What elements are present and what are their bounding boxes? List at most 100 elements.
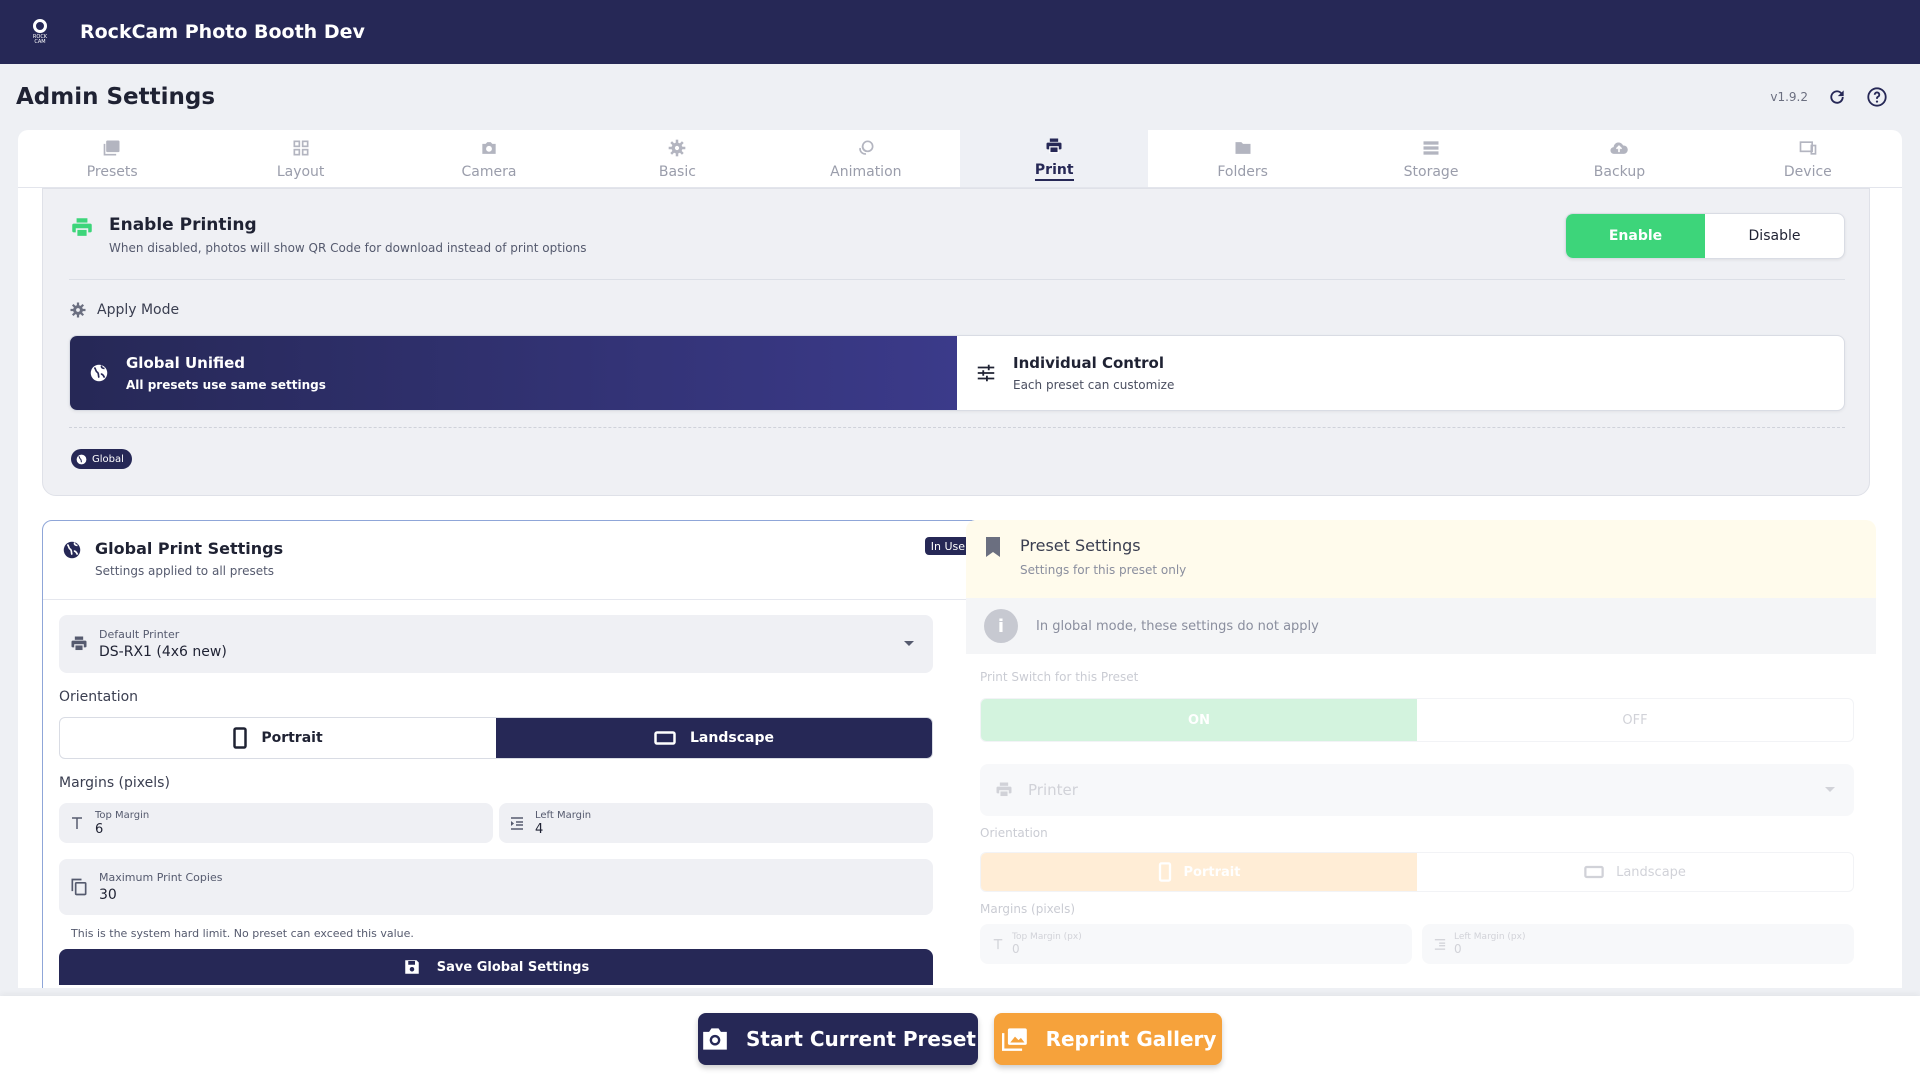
gear-icon <box>70 302 86 318</box>
in-use-badge: In Use <box>924 537 971 555</box>
enable-printing-toggle: Enable Disable <box>1565 213 1845 259</box>
image-icon <box>103 140 120 155</box>
divider <box>43 599 987 600</box>
bottom-action-bar: Start Current Preset Reprint Gallery <box>0 996 1920 1080</box>
app-title: RockCam Photo Booth Dev <box>80 21 365 43</box>
individual-control-title: Individual Control <box>1013 354 1164 372</box>
preset-top-margin-input[interactable]: Top Margin (px) 0 <box>980 924 1412 964</box>
global-print-settings-subtitle: Settings applied to all presets <box>95 564 275 578</box>
default-printer-label: Default Printer <box>99 628 180 641</box>
version-label: v1.9.2 <box>1770 90 1808 104</box>
chevron-down-icon <box>904 641 914 646</box>
global-print-settings-title: Global Print Settings <box>95 539 284 558</box>
left-margin-input[interactable]: Left Margin 4 <box>499 803 933 843</box>
global-print-settings-card: Global Print Settings Settings applied t… <box>42 520 988 988</box>
tab-device[interactable]: Device <box>1714 130 1902 187</box>
max-print-copies-input[interactable]: Maximum Print Copies 30 <box>59 859 933 915</box>
camera-icon <box>703 1028 727 1050</box>
camera-icon <box>482 141 496 154</box>
start-current-preset-button[interactable]: Start Current Preset <box>698 1013 978 1065</box>
tab-folders[interactable]: Folders <box>1148 130 1336 187</box>
save-global-settings-button[interactable]: Save Global Settings <box>59 949 933 985</box>
preset-orientation-selector: Portrait Landscape <box>980 852 1854 892</box>
global-mode-notice: i In global mode, these settings do not … <box>966 598 1876 654</box>
devices-icon <box>1799 140 1817 155</box>
preset-settings-title: Preset Settings <box>1020 536 1141 555</box>
preset-settings-card: Preset Settings Settings for this preset… <box>966 520 1876 988</box>
help-icon[interactable] <box>1866 86 1888 108</box>
printer-icon <box>996 782 1012 798</box>
settings-tabs: Presets Layout Camera Basic Animation Pr… <box>18 130 1902 188</box>
tab-animation[interactable]: Animation <box>772 130 960 187</box>
individual-control-subtitle: Each preset can customize <box>1013 378 1175 392</box>
preset-print-switch: ON OFF <box>980 698 1854 742</box>
tab-presets[interactable]: Presets <box>18 130 206 187</box>
margins-label: Margins (pixels) <box>59 775 170 791</box>
orientation-selector: Portrait Landscape <box>59 717 933 759</box>
preset-portrait-option[interactable]: Portrait <box>981 853 1417 891</box>
globe-icon <box>76 454 87 464</box>
info-icon: i <box>984 609 1018 643</box>
printer-icon <box>72 218 92 238</box>
indent-icon <box>1434 939 1446 950</box>
preset-settings-subtitle: Settings for this preset only <box>1020 563 1187 577</box>
global-unified-subtitle: All presets use same settings <box>126 378 326 392</box>
tab-layout[interactable]: Layout <box>206 130 394 187</box>
global-unified-title: Global Unified <box>126 354 246 372</box>
enable-printing-subtitle: When disabled, photos will show QR Code … <box>109 241 587 255</box>
default-printer-select[interactable]: Default Printer DS-RX1 (4x6 new) <box>59 615 933 673</box>
preset-printer-select[interactable]: Printer <box>980 764 1854 816</box>
tab-backup[interactable]: Backup <box>1525 130 1713 187</box>
tab-print[interactable]: Print <box>960 130 1149 187</box>
align-top-icon <box>72 817 82 829</box>
preset-print-off-button[interactable]: OFF <box>1417 699 1853 741</box>
landscape-option[interactable]: Landscape <box>496 718 932 758</box>
landscape-icon <box>654 731 676 745</box>
bookmark-icon <box>986 537 1000 557</box>
preset-orientation-label: Orientation <box>980 826 1048 840</box>
orientation-label: Orientation <box>59 689 139 705</box>
page-header: Admin Settings v1.9.2 <box>16 80 1904 114</box>
chevron-down-icon <box>1825 787 1835 792</box>
portrait-option[interactable]: Portrait <box>60 718 496 758</box>
apply-mode-selector: Global Unified All presets use same sett… <box>69 335 1845 411</box>
enable-button[interactable]: Enable <box>1566 214 1705 258</box>
divider <box>69 279 1845 280</box>
gallery-icon <box>1001 1028 1027 1051</box>
print-settings-panel: Enable Printing When disabled, photos wi… <box>18 188 1902 988</box>
dashed-divider <box>69 427 1845 428</box>
animation-icon <box>859 140 874 155</box>
printer-icon <box>1046 138 1062 154</box>
copy-icon <box>71 878 87 896</box>
rockcam-logo: ROCK CAM <box>28 14 52 50</box>
cloud-upload-icon <box>1610 141 1629 154</box>
globe-icon <box>63 541 81 559</box>
preset-landscape-option[interactable]: Landscape <box>1417 853 1853 891</box>
individual-control-option[interactable]: Individual Control Each preset can custo… <box>957 336 1844 410</box>
disable-button[interactable]: Disable <box>1705 214 1844 258</box>
tab-camera[interactable]: Camera <box>395 130 583 187</box>
gear-icon <box>669 139 686 156</box>
global-unified-option[interactable]: Global Unified All presets use same sett… <box>70 336 957 410</box>
global-mode-badge: Global <box>71 449 132 469</box>
print-switch-label: Print Switch for this Preset <box>980 670 1139 684</box>
landscape-icon <box>1584 865 1604 879</box>
enable-printing-card: Enable Printing When disabled, photos wi… <box>42 188 1870 496</box>
folder-icon <box>1235 141 1251 154</box>
refresh-icon[interactable] <box>1826 86 1848 108</box>
storage-icon <box>1423 140 1439 155</box>
default-printer-value: DS-RX1 (4x6 new) <box>99 644 227 660</box>
globe-icon <box>90 364 108 382</box>
preset-left-margin-input[interactable]: Left Margin (px) 0 <box>1422 924 1854 964</box>
apply-mode-label: Apply Mode <box>69 301 179 319</box>
page-title: Admin Settings <box>16 84 216 110</box>
enable-printing-title: Enable Printing <box>109 215 257 235</box>
preset-margins-label: Margins (pixels) <box>980 902 1076 916</box>
tab-basic[interactable]: Basic <box>583 130 771 187</box>
top-margin-input[interactable]: Top Margin 6 <box>59 803 493 843</box>
align-top-icon <box>993 939 1003 950</box>
top-app-bar: ROCK CAM RockCam Photo Booth Dev <box>0 0 1920 64</box>
tab-storage[interactable]: Storage <box>1337 130 1525 187</box>
reprint-gallery-button[interactable]: Reprint Gallery <box>994 1013 1222 1065</box>
preset-print-on-button[interactable]: ON <box>981 699 1417 741</box>
